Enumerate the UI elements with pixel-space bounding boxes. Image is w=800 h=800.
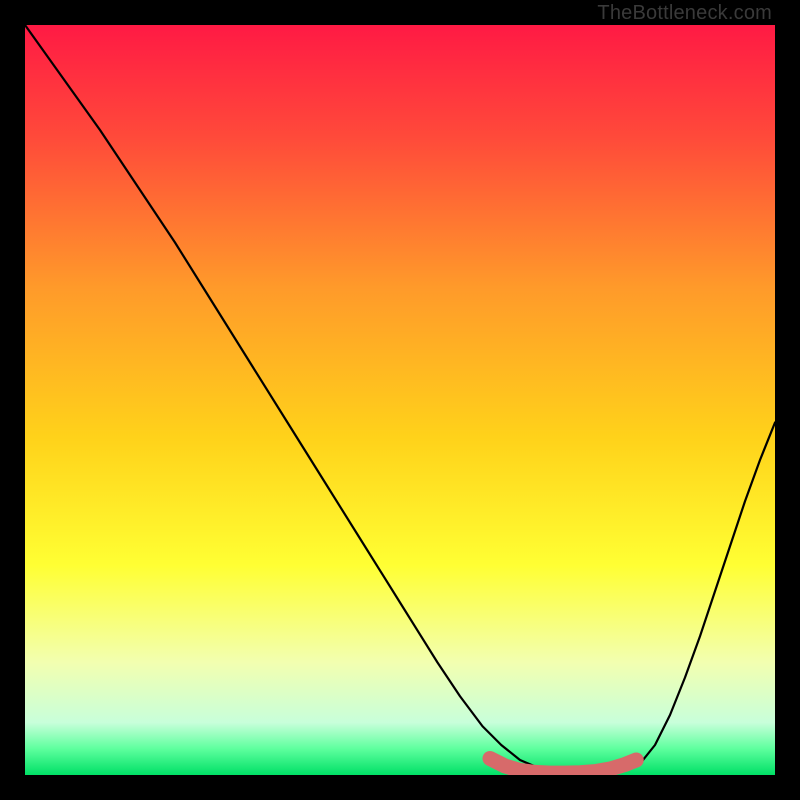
chart-svg xyxy=(25,25,775,775)
watermark-text: TheBottleneck.com xyxy=(597,2,772,25)
plot-area xyxy=(25,25,775,775)
marker-dot xyxy=(630,754,642,766)
chart-frame: TheBottleneck.com xyxy=(0,0,800,800)
gradient-background xyxy=(25,25,775,775)
